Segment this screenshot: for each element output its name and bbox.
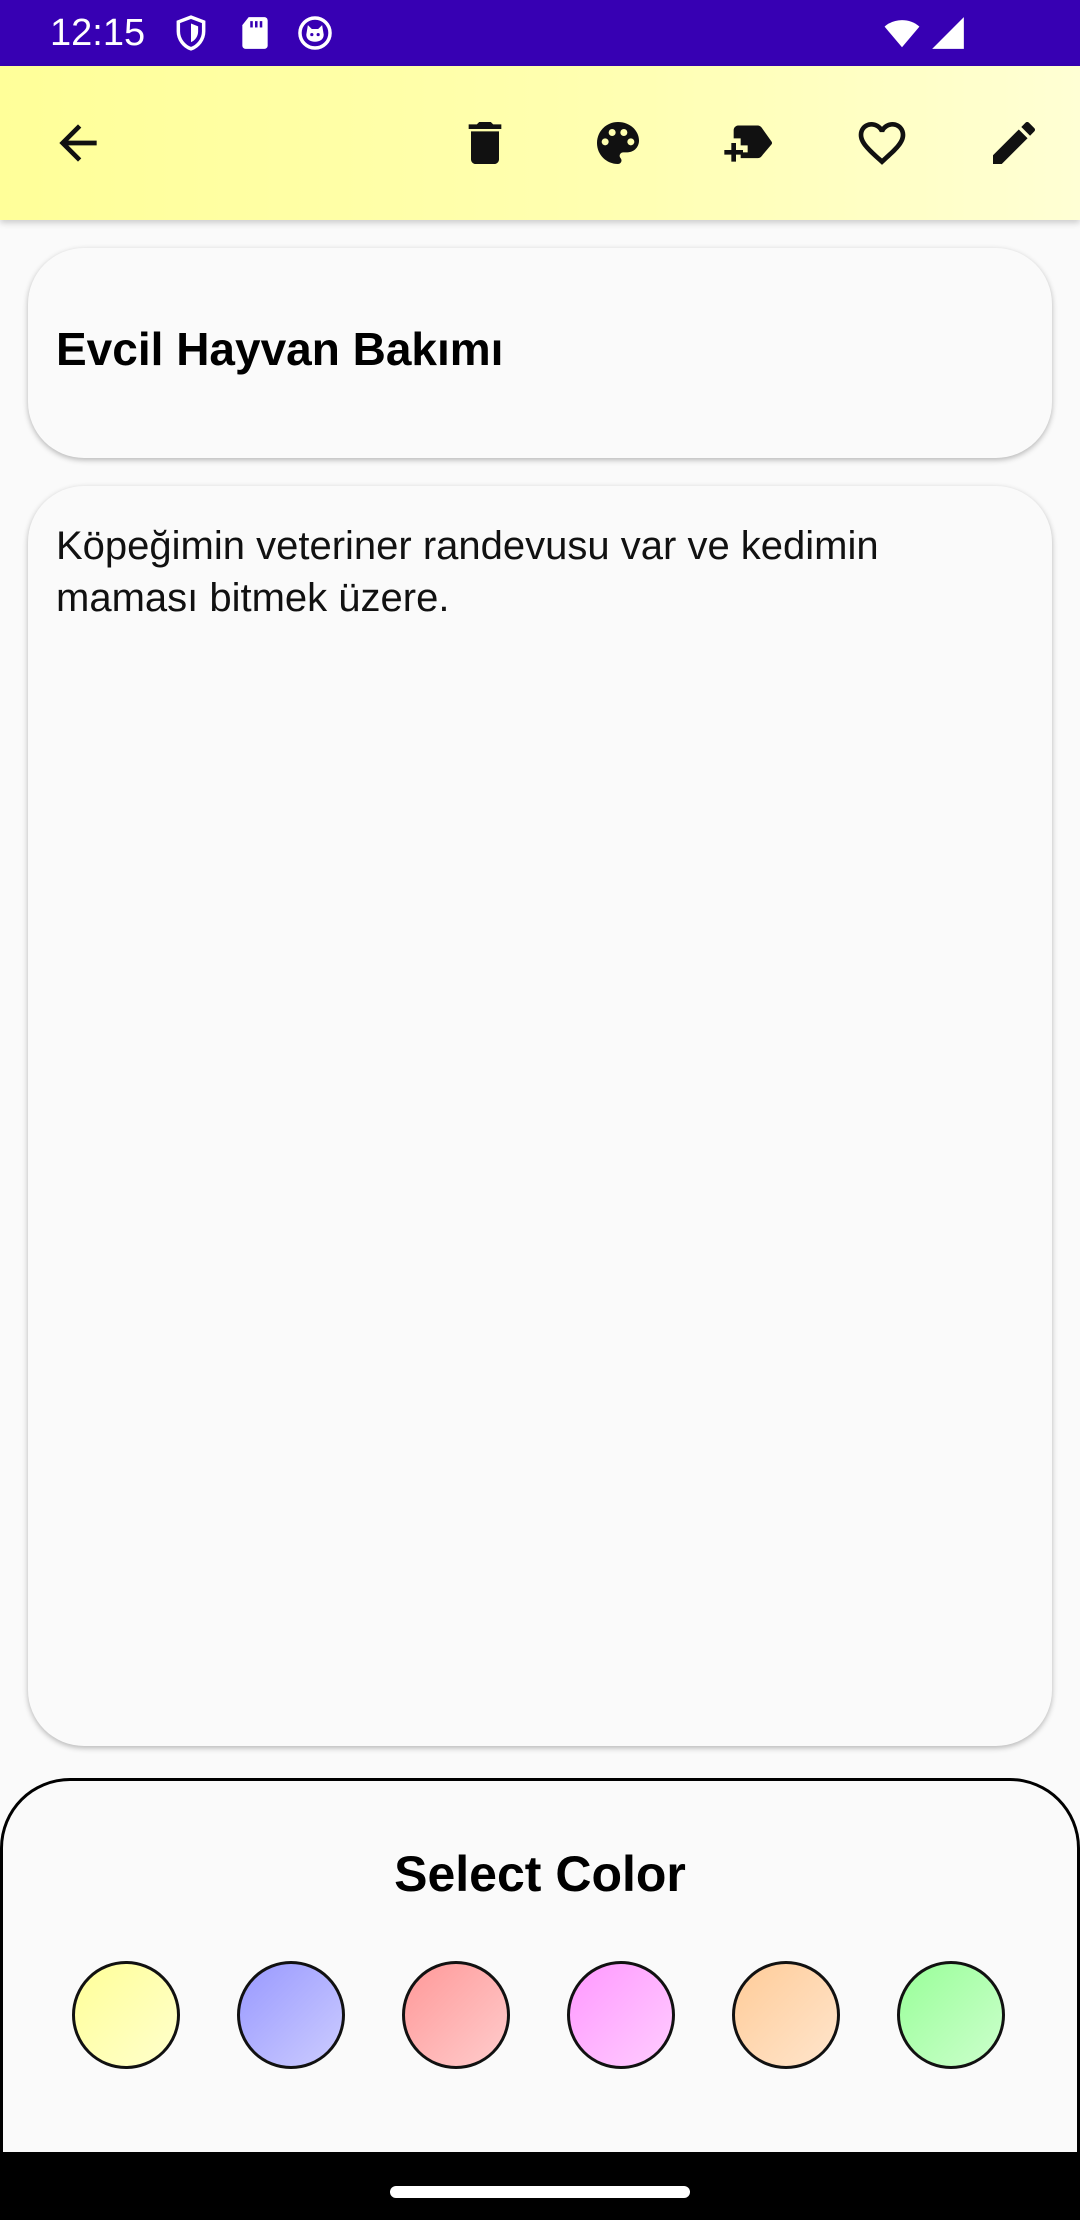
cat-face-icon xyxy=(296,14,334,52)
trash-icon xyxy=(468,122,502,164)
note-body-card[interactable]: Köpeğimin veteriner randevusu var ve ked… xyxy=(28,486,1052,1746)
color-swatch-green[interactable] xyxy=(897,1961,1005,2069)
color-swatch-yellow[interactable] xyxy=(72,1961,180,2069)
color-swatch-red[interactable] xyxy=(402,1961,510,2069)
shield-icon xyxy=(172,14,210,52)
palette-icon xyxy=(597,122,639,164)
status-time: 12:15 xyxy=(50,12,146,54)
note-body: Köpeğimin veteriner randevusu var ve ked… xyxy=(56,524,879,620)
sheet-title: Select Color xyxy=(394,1846,686,1902)
color-palette-button[interactable] xyxy=(586,111,650,175)
color-swatch-blue[interactable] xyxy=(237,1961,345,2069)
home-gesture-handle[interactable] xyxy=(390,2186,690,2198)
status-bar: 12:15 xyxy=(0,0,1080,66)
note-title-card[interactable]: Evcil Hayvan Bakımı xyxy=(28,248,1052,458)
back-button[interactable] xyxy=(46,111,110,175)
delete-button[interactable] xyxy=(453,111,517,175)
color-swatch-orange[interactable] xyxy=(732,1961,840,2069)
add-label-icon xyxy=(724,125,772,162)
note-toolbar xyxy=(0,66,1080,220)
back-arrow-icon xyxy=(59,124,97,162)
navigation-bar xyxy=(0,2152,1080,2220)
sd-card-icon xyxy=(236,14,274,52)
favorite-button[interactable] xyxy=(850,111,914,175)
note-title: Evcil Hayvan Bakımı xyxy=(56,323,504,375)
screen: 12:15 Evcil Hayvan Bakımı Köpeğimin vete… xyxy=(0,0,1080,2220)
add-label-button[interactable] xyxy=(718,111,782,175)
edit-button[interactable] xyxy=(982,111,1046,175)
color-swatch-pink[interactable] xyxy=(567,1961,675,2069)
heart-icon xyxy=(858,122,906,165)
pencil-icon xyxy=(993,121,1036,164)
wifi-icon xyxy=(880,14,924,52)
signal-icon xyxy=(928,14,968,52)
